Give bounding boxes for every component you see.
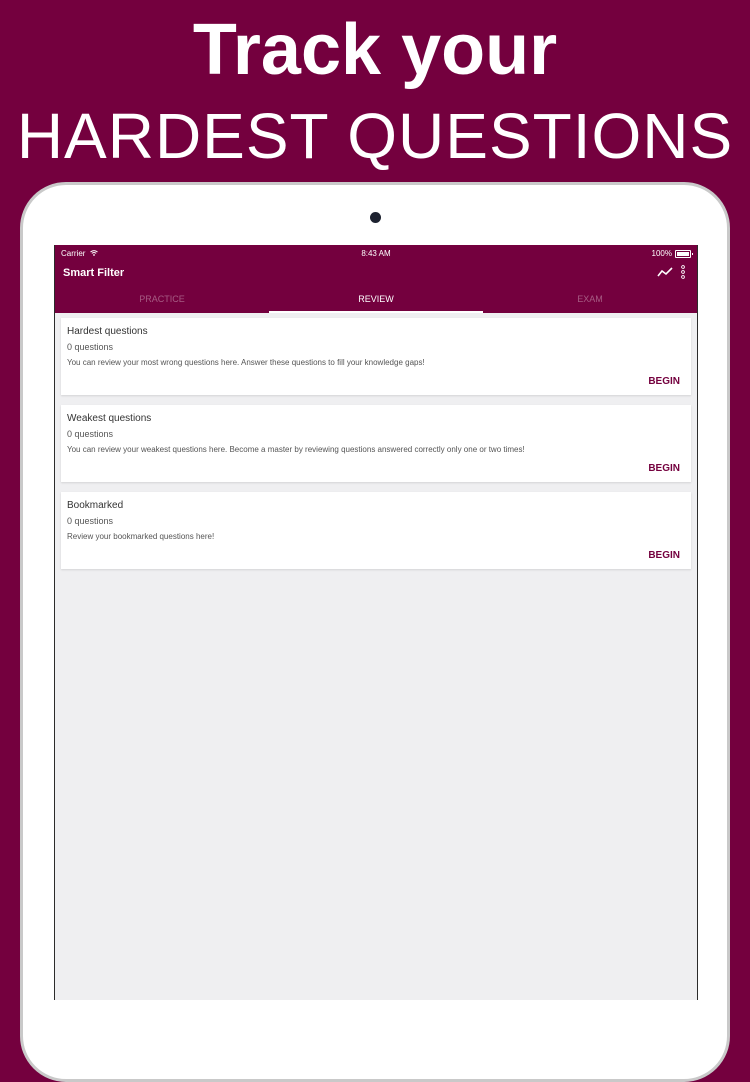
camera-icon xyxy=(370,212,381,223)
card-description: You can review your most wrong questions… xyxy=(67,358,425,367)
card-title: Bookmarked xyxy=(67,500,124,511)
battery-icon xyxy=(675,249,693,258)
tab-exam[interactable]: EXAM xyxy=(483,291,697,313)
begin-button[interactable]: BEGIN xyxy=(648,463,680,474)
app-screen: Carrier 8:43 AM 100% Smart Filter PRACTI… xyxy=(54,245,698,1000)
promo-subheadline: HARDEST QUESTIONS xyxy=(16,100,734,172)
card-description: Review your bookmarked questions here! xyxy=(67,532,215,541)
begin-button[interactable]: BEGIN xyxy=(648,376,680,387)
card-title: Hardest questions xyxy=(67,326,148,337)
trending-chart-icon[interactable] xyxy=(657,266,673,278)
card-title: Weakest questions xyxy=(67,413,152,424)
card-bookmarked: Bookmarked 0 questions Review your bookm… xyxy=(61,492,691,569)
card-count: 0 questions xyxy=(67,429,114,439)
card-count: 0 questions xyxy=(67,516,114,526)
app-bar: Carrier 8:43 AM 100% Smart Filter PRACTI… xyxy=(55,245,697,313)
status-time: 8:43 AM xyxy=(361,249,391,258)
more-vertical-icon[interactable] xyxy=(680,265,686,279)
app-title: Smart Filter xyxy=(63,267,125,279)
card-count: 0 questions xyxy=(67,342,114,352)
card-weakest-questions: Weakest questions 0 questions You can re… xyxy=(61,405,691,482)
promo-headline: Track your xyxy=(192,10,558,90)
battery-status: 100% xyxy=(652,249,693,258)
tab-practice[interactable]: PRACTICE xyxy=(55,291,269,313)
tab-review[interactable]: REVIEW xyxy=(269,291,483,313)
card-hardest-questions: Hardest questions 0 questions You can re… xyxy=(61,318,691,395)
card-description: You can review your weakest questions he… xyxy=(67,445,525,454)
begin-button[interactable]: BEGIN xyxy=(648,550,680,561)
status-bar: Carrier 8:43 AM 100% xyxy=(55,245,697,261)
tab-bar: PRACTICE REVIEW EXAM xyxy=(55,291,697,313)
